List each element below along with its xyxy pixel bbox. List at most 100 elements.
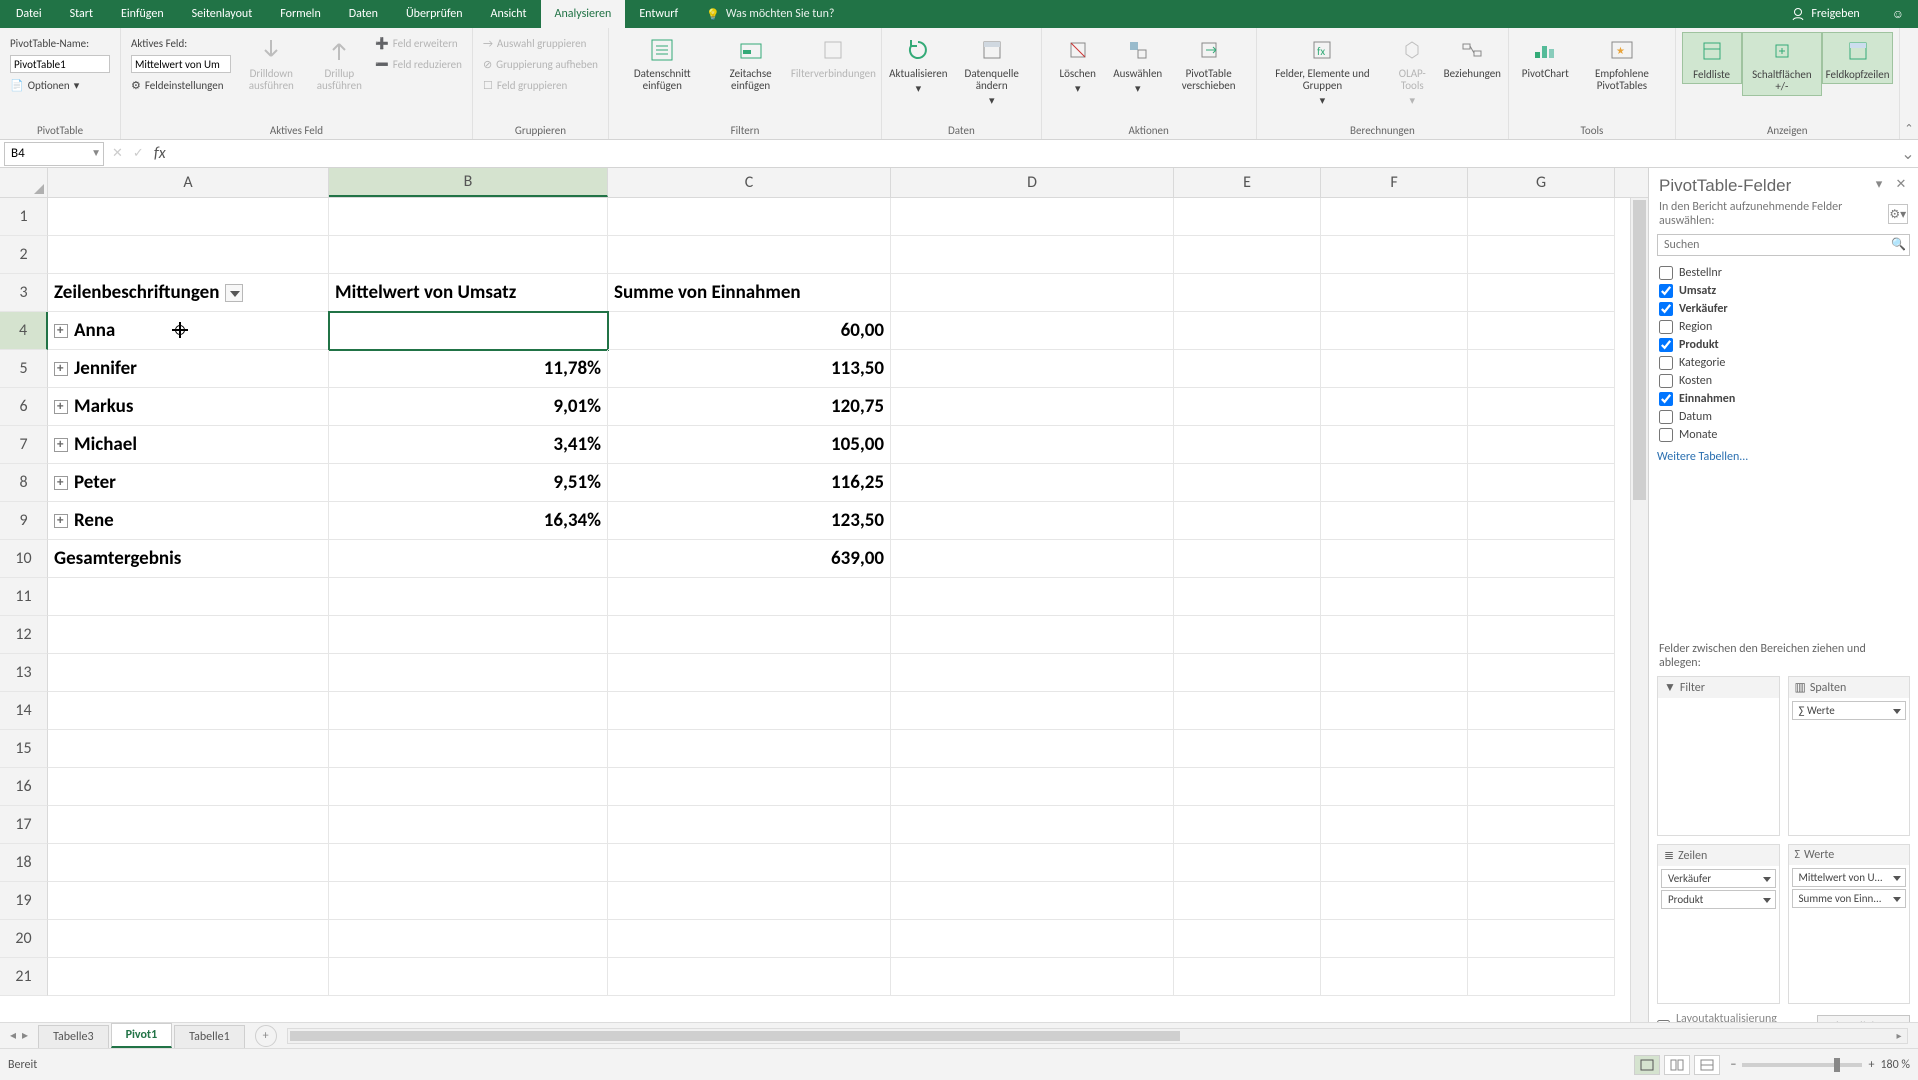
cell[interactable] [1468, 198, 1615, 236]
cell[interactable] [891, 236, 1174, 274]
row-header[interactable]: 13 [0, 654, 48, 692]
accept-formula-icon[interactable]: ✓ [133, 146, 144, 161]
fields-items-button[interactable]: fxFelder, Elemente und Gruppen▾ [1263, 32, 1383, 109]
menu-insert[interactable]: Einfügen [107, 0, 178, 28]
ungroup-button[interactable]: ⊘ Gruppierung aufheben [483, 55, 598, 73]
cell[interactable] [1174, 844, 1321, 882]
group-selection-button[interactable]: → Auswahl gruppieren [483, 34, 598, 52]
cell[interactable] [1468, 350, 1615, 388]
row-header[interactable]: 9 [0, 502, 48, 540]
cell[interactable] [48, 844, 329, 882]
row-header[interactable]: 17 [0, 806, 48, 844]
cell[interactable] [48, 692, 329, 730]
cell[interactable] [1174, 616, 1321, 654]
field-item[interactable]: Monate [1657, 426, 1910, 444]
cell[interactable] [1468, 920, 1615, 958]
cell[interactable] [48, 616, 329, 654]
cell[interactable] [891, 426, 1174, 464]
cell[interactable] [1468, 768, 1615, 806]
cell[interactable] [329, 806, 608, 844]
cell[interactable] [1321, 806, 1468, 844]
cell[interactable]: Anna [48, 312, 329, 350]
cell[interactable] [608, 958, 891, 996]
menu-start[interactable]: Start [56, 0, 107, 28]
cell[interactable] [608, 692, 891, 730]
change-datasource-button[interactable]: Datenquelle ändern▾ [949, 32, 1035, 109]
expand-formula-bar-button[interactable]: ⌄ [1898, 144, 1918, 164]
cell[interactable] [1321, 578, 1468, 616]
cell[interactable] [48, 882, 329, 920]
row-header[interactable]: 4 [0, 312, 48, 350]
spreadsheet-grid[interactable]: A B C D E F G 123ZeilenbeschriftungenMit… [0, 168, 1648, 1048]
group-field-button[interactable]: ☐ Feld gruppieren [483, 76, 598, 94]
cell[interactable] [608, 768, 891, 806]
insert-timeline-button[interactable]: Zeitachse einfügen [710, 32, 792, 94]
cell[interactable] [608, 920, 891, 958]
view-pagebreak-button[interactable] [1694, 1055, 1720, 1075]
cell[interactable] [1174, 806, 1321, 844]
cell[interactable] [48, 236, 329, 274]
cell[interactable] [1321, 236, 1468, 274]
share-button[interactable]: Freigeben [1773, 7, 1877, 21]
cell[interactable] [891, 198, 1174, 236]
cell[interactable] [48, 654, 329, 692]
field-search-input[interactable] [1657, 234, 1910, 256]
cell[interactable] [1321, 198, 1468, 236]
cell[interactable] [608, 882, 891, 920]
cell[interactable] [1174, 274, 1321, 312]
tab-nav-last-icon[interactable]: ▸ [22, 1028, 28, 1043]
select-all-corner[interactable] [0, 168, 48, 197]
cell[interactable] [1468, 274, 1615, 312]
expand-icon[interactable] [54, 324, 68, 338]
cell[interactable] [48, 198, 329, 236]
cancel-formula-icon[interactable]: ✕ [112, 146, 123, 161]
cell[interactable] [1468, 578, 1615, 616]
cell[interactable] [891, 616, 1174, 654]
cell[interactable]: Zeilenbeschriftungen [48, 274, 329, 312]
cell[interactable] [1321, 768, 1468, 806]
field-item[interactable]: Einnahmen [1657, 390, 1910, 408]
cell[interactable]: 105,00 [608, 426, 891, 464]
cell[interactable] [1174, 578, 1321, 616]
buttons-toggle[interactable]: Schaltflächen +/- [1742, 32, 1823, 96]
cell[interactable]: Mittelwert von Umsatz [329, 274, 608, 312]
scrollbar-thumb[interactable] [1633, 200, 1646, 500]
row-header[interactable]: 16 [0, 768, 48, 806]
field-item[interactable]: Datum [1657, 408, 1910, 426]
cell[interactable] [891, 502, 1174, 540]
cell[interactable] [48, 920, 329, 958]
cell[interactable]: Markus [48, 388, 329, 426]
cell[interactable] [891, 920, 1174, 958]
row-filter-dropdown[interactable] [225, 284, 243, 302]
field-checkbox[interactable] [1659, 410, 1673, 424]
cell[interactable] [1468, 312, 1615, 350]
cell[interactable] [891, 844, 1174, 882]
cell[interactable] [891, 806, 1174, 844]
menu-view[interactable]: Ansicht [477, 0, 541, 28]
zoom-level[interactable]: 180 % [1880, 1058, 1910, 1072]
cell[interactable] [1321, 350, 1468, 388]
cell[interactable]: 9,51% [329, 464, 608, 502]
olap-tools-button[interactable]: OLAP-Tools▾ [1382, 32, 1442, 109]
sheet-tab-tabelle3[interactable]: Tabelle3 [38, 1025, 109, 1048]
scroll-right-icon[interactable]: ▸ [1891, 1029, 1907, 1043]
cell[interactable] [891, 958, 1174, 996]
cell[interactable] [1321, 464, 1468, 502]
expand-icon[interactable] [54, 400, 68, 414]
cell[interactable] [1174, 464, 1321, 502]
cell[interactable] [1468, 540, 1615, 578]
area-rows[interactable]: ≣Zeilen VerkäuferProdukt [1657, 844, 1780, 1004]
gear-icon[interactable]: ⚙▾ [1888, 204, 1908, 224]
expand-icon[interactable] [54, 514, 68, 528]
cell[interactable] [329, 540, 608, 578]
cell[interactable] [1321, 540, 1468, 578]
cell[interactable]: Gesamtergebnis [48, 540, 329, 578]
cell[interactable] [1468, 844, 1615, 882]
cell[interactable] [329, 882, 608, 920]
name-box[interactable]: B4▼ [4, 142, 104, 166]
cell[interactable] [1174, 350, 1321, 388]
cell[interactable] [1174, 540, 1321, 578]
cell[interactable] [891, 692, 1174, 730]
cell[interactable] [1321, 920, 1468, 958]
menu-pagelayout[interactable]: Seitenlayout [178, 0, 267, 28]
